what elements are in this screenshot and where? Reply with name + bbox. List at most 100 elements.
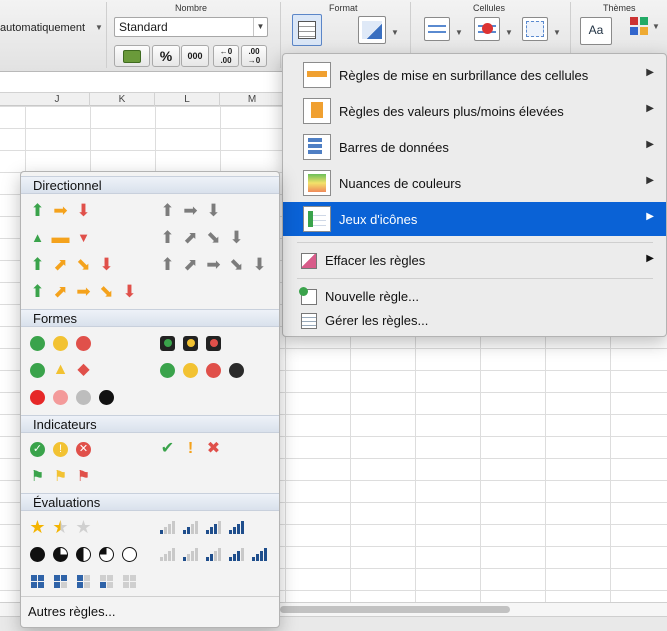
wrap-text-dropdown[interactable]: automatiquement (0, 22, 85, 34)
increase-decimal-button[interactable]: ←0 .00 (213, 45, 239, 67)
black-circle-icon (95, 386, 118, 408)
number-format-select[interactable]: Standard ▼ (114, 17, 268, 37)
scrollbar-thumb[interactable] (280, 606, 510, 613)
more-rules-menu-item[interactable]: Autres règles... (28, 604, 115, 619)
icon-set-3-traffic-lights[interactable] (26, 332, 95, 354)
thousands-separator-button[interactable]: 000 (181, 45, 209, 67)
check-circle-icon: ✓ (26, 438, 49, 460)
boxes-2-icon (72, 570, 95, 592)
arrow-down-icon: ⬇ (206, 200, 221, 220)
icon-set-3-symbols[interactable]: ✔ ! ✖ (156, 438, 225, 460)
icon-set-3-triangles[interactable]: ▲ ▬ ▼ (26, 226, 95, 248)
conditional-formatting-menu: Règles de mise en surbrillance des cellu… (282, 53, 667, 337)
red-circle-icon (72, 332, 95, 354)
icon-set-3-signs[interactable]: ▲ ◆ (26, 359, 95, 381)
signal-2-bars-icon (202, 543, 225, 565)
menu-item-clear-rules[interactable]: Effacer les règles ▶ (283, 250, 666, 272)
icon-set-5-quarters[interactable] (26, 543, 141, 565)
percent-button[interactable]: % (152, 45, 180, 67)
chevron-down-icon[interactable]: ▼ (253, 18, 267, 36)
icon-set-4-arrows-colored[interactable]: ⬆ ⬈ ⬊ ⬇ (26, 253, 118, 275)
menu-item-label: Nouvelle règle... (325, 289, 419, 304)
arrow-down-icon: ⬇ (229, 227, 244, 247)
currency-format-button[interactable] (114, 45, 150, 67)
format-cells-button[interactable] (522, 17, 548, 41)
menu-item-icon-sets[interactable]: Jeux d'icônes ▶ (283, 202, 666, 236)
menu-item-label: Règles de mise en surbrillance des cellu… (339, 68, 589, 83)
group-title-number: Nombre (175, 3, 208, 13)
section-header-directional: Directionnel (21, 176, 279, 194)
theme-colors-icon[interactable] (630, 17, 648, 35)
format-as-table-button[interactable] (358, 16, 386, 44)
delete-cells-icon (478, 21, 496, 37)
conditional-formatting-icon (298, 21, 316, 39)
icon-set-5-ratings[interactable] (156, 543, 271, 565)
menu-item-label: Effacer les règles (325, 253, 426, 268)
icon-set-4-traffic-lights[interactable] (156, 359, 248, 381)
column-header[interactable]: M (220, 93, 285, 106)
icon-set-4-ratings[interactable] (156, 516, 248, 538)
icon-set-5-boxes[interactable] (26, 570, 141, 592)
manage-rules-icon (301, 313, 317, 329)
section-header-ratings: Évaluations (21, 493, 279, 511)
icon-set-3-arrows-colored[interactable]: ⬆ ➡ ⬇ (26, 199, 95, 221)
yellow-triangle-icon: ▲ (52, 361, 69, 378)
menu-item-label: Jeux d'icônes (339, 212, 418, 227)
chevron-down-icon[interactable]: ▼ (455, 28, 463, 37)
eraser-icon (301, 253, 317, 269)
star-half-icon: ★ (49, 516, 72, 538)
green-circle-icon (26, 359, 49, 381)
icon-set-5-arrows-gray[interactable]: ⬆ ⬈ ➡ ⬊ ⬇ (156, 253, 271, 275)
icon-set-4-arrows-gray[interactable]: ⬆ ⬈ ⬊ ⬇ (156, 226, 248, 248)
number-format-value: Standard (119, 20, 168, 34)
chevron-down-icon[interactable]: ▼ (652, 22, 660, 31)
menu-item-color-scales[interactable]: Nuances de couleurs ▶ (283, 166, 666, 200)
menu-item-data-bars[interactable]: Barres de données ▶ (283, 130, 666, 164)
menu-item-manage-rules[interactable]: Gérer les règles... (283, 310, 666, 332)
chevron-down-icon[interactable]: ▼ (95, 23, 103, 32)
icon-set-3-arrows-gray[interactable]: ⬆ ➡ ⬇ (156, 199, 225, 221)
black-circle-icon (225, 359, 248, 381)
triangle-down-icon: ▼ (77, 229, 90, 245)
chevron-down-icon[interactable]: ▼ (505, 28, 513, 37)
icon-set-3-flags[interactable]: ⚑ ⚑ ⚑ (26, 465, 95, 487)
menu-item-highlight-cells-rules[interactable]: Règles de mise en surbrillance des cellu… (283, 58, 666, 92)
menu-separator (297, 278, 653, 279)
icon-set-5-arrows-colored[interactable]: ⬆ ⬈ ➡ ⬊ ⬇ (26, 280, 141, 302)
submenu-arrow-icon: ▶ (646, 139, 654, 150)
dash-icon: ▬ (51, 227, 70, 247)
icon-set-3-traffic-lights-rimmed[interactable] (156, 332, 225, 354)
insert-cells-button[interactable] (424, 17, 450, 41)
column-header[interactable]: J (25, 93, 90, 106)
decrease-decimal-button[interactable]: .00 →0 (241, 45, 267, 67)
half-circle-icon (72, 543, 95, 565)
icon-sets-icon (303, 206, 331, 232)
conditional-formatting-button[interactable] (292, 14, 322, 46)
icon-set-red-to-black[interactable] (26, 386, 118, 408)
insert-cells-icon (428, 21, 446, 37)
three-quarter-circle-icon (49, 543, 72, 565)
delete-cells-button[interactable] (474, 17, 500, 41)
boxes-4-icon (26, 570, 49, 592)
menu-item-label: Règles des valeurs plus/moins élevées (339, 104, 564, 119)
arrow-down-right-icon: ⬊ (99, 281, 114, 301)
menu-item-new-rule[interactable]: Nouvelle règle... (283, 286, 666, 308)
red-circle-icon (26, 386, 49, 408)
column-header[interactable]: L (155, 93, 220, 106)
arrow-right-icon: ➡ (183, 200, 198, 220)
chevron-down-icon[interactable]: ▼ (391, 28, 399, 37)
arrow-right-icon: ➡ (76, 281, 91, 301)
arrow-up-right-icon: ⬈ (183, 254, 198, 274)
ribbon-separator (280, 2, 281, 68)
column-header[interactable]: K (90, 93, 155, 106)
icon-set-3-stars[interactable]: ★ ★ ★ (26, 516, 95, 538)
arrow-down-right-icon: ⬊ (229, 254, 244, 274)
icon-set-3-symbols-circled[interactable]: ✓ ! ✕ (26, 438, 95, 460)
themes-button[interactable]: Aa (580, 17, 612, 45)
themes-icon: Aa (588, 23, 604, 37)
data-bars-icon (303, 134, 331, 160)
yellow-circle-icon (49, 332, 72, 354)
menu-item-top-bottom-rules[interactable]: Règles des valeurs plus/moins élevées ▶ (283, 94, 666, 128)
green-circle-icon (156, 359, 179, 381)
chevron-down-icon[interactable]: ▼ (553, 28, 561, 37)
